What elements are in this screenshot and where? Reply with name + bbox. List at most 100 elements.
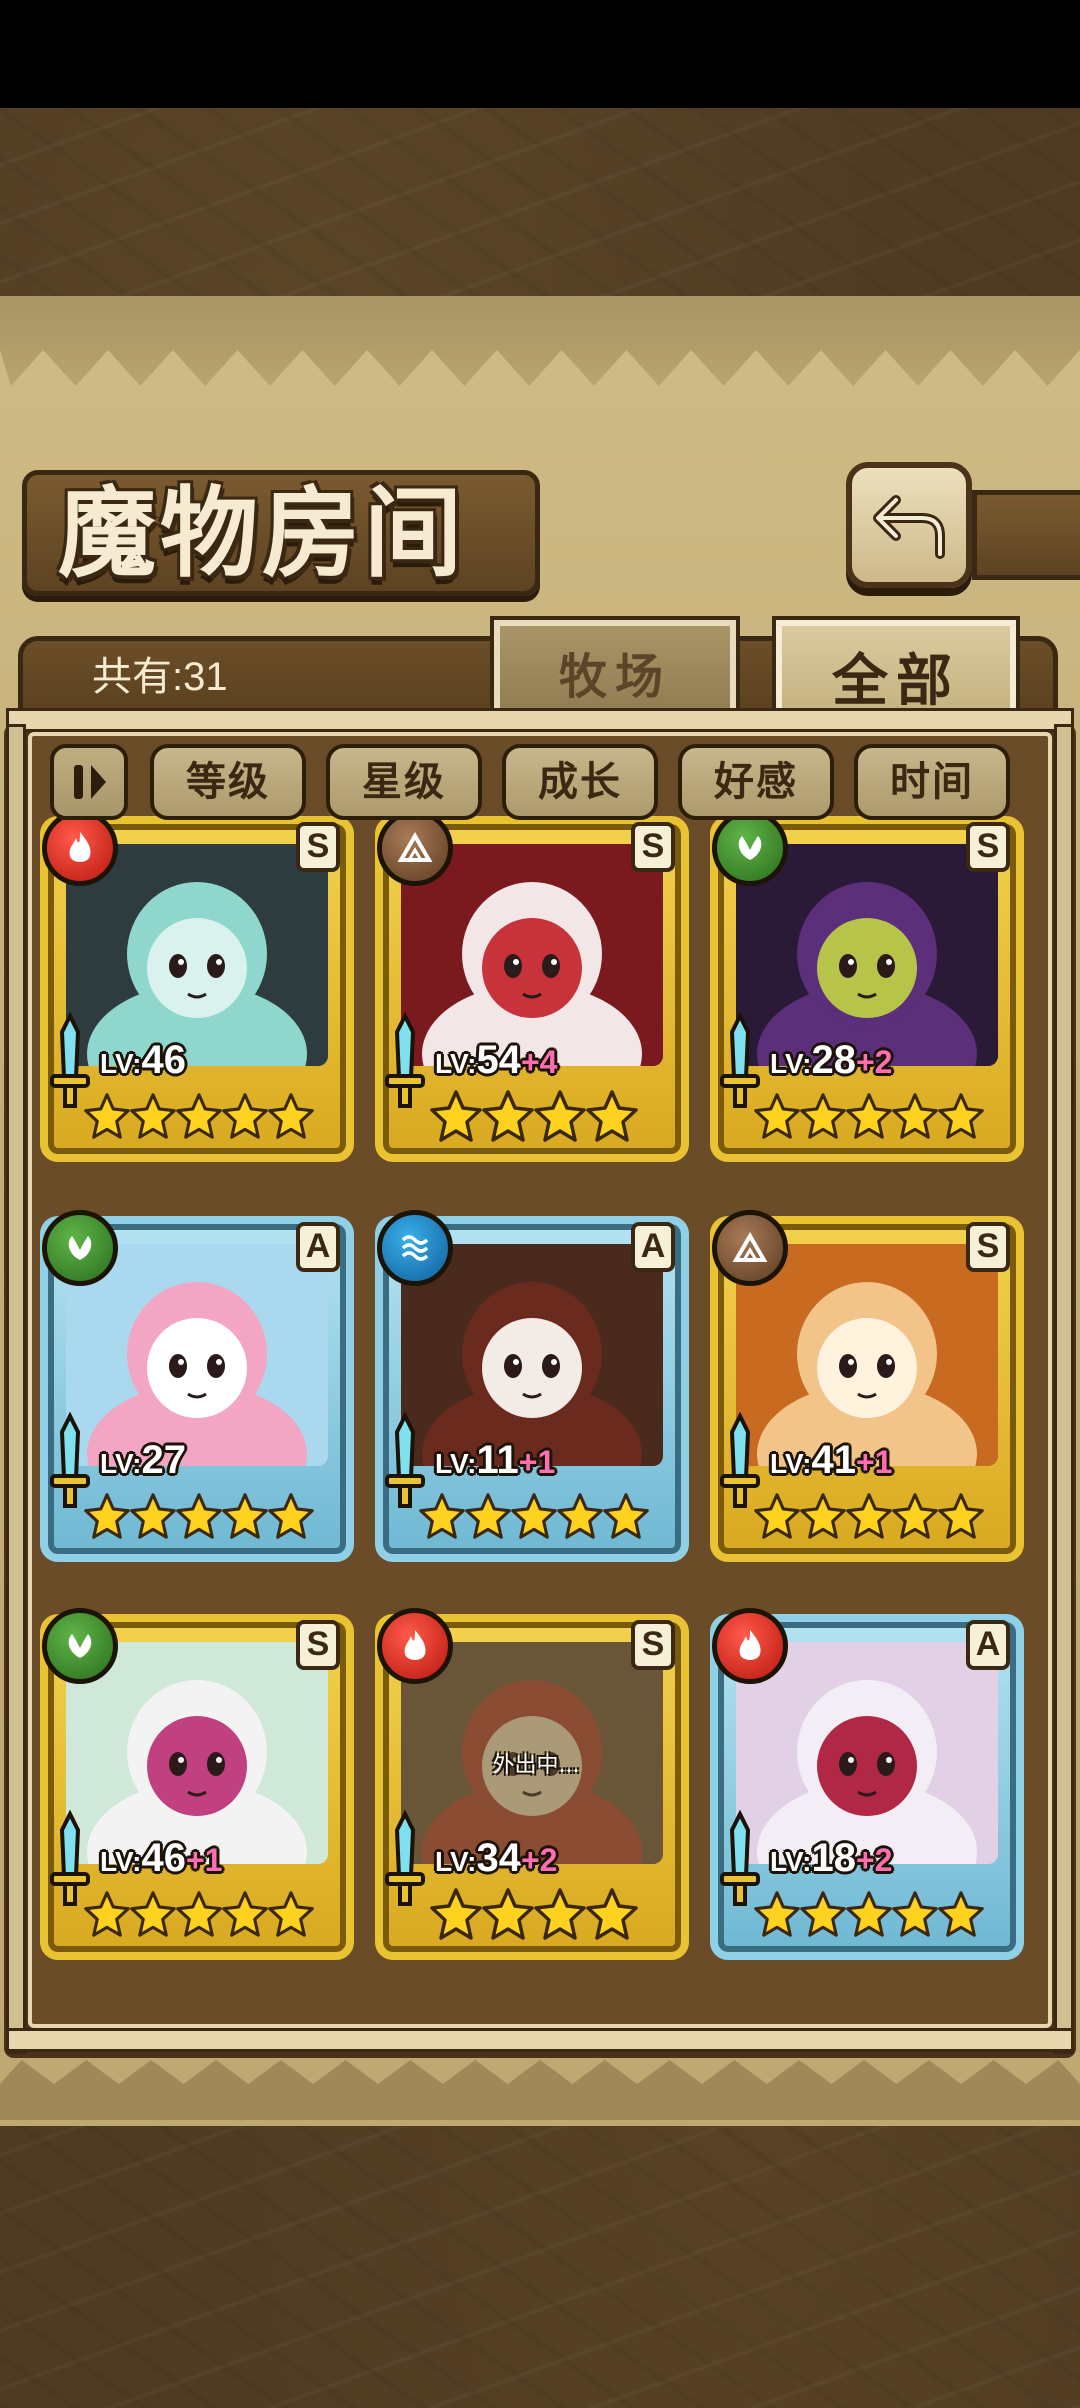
star-icon bbox=[846, 1093, 892, 1139]
star-icon bbox=[430, 1888, 482, 1940]
fire-element-icon bbox=[377, 1608, 453, 1684]
star-rating bbox=[754, 1488, 984, 1548]
monster-portrait bbox=[401, 844, 663, 1066]
monster-card[interactable]: 外出中... S LV:34+2 bbox=[375, 1608, 689, 1960]
wood-element-icon bbox=[42, 1608, 118, 1684]
star-icon bbox=[603, 1493, 649, 1539]
back-button-rail bbox=[972, 490, 1080, 580]
level-value: 18 bbox=[811, 1836, 856, 1880]
sort-affection-button[interactable]: 好感 bbox=[678, 744, 834, 820]
sort-level-button[interactable]: 等级 bbox=[150, 744, 306, 820]
list-left-rail bbox=[6, 724, 26, 2054]
monster-portrait bbox=[736, 1642, 998, 1864]
monster-card[interactable]: S LV:54+4 bbox=[375, 810, 689, 1162]
star-icon bbox=[892, 1891, 938, 1937]
rank-badge: S bbox=[966, 822, 1010, 872]
star-icon bbox=[534, 1888, 586, 1940]
star-icon bbox=[419, 1493, 465, 1539]
monster-level: LV:41+1 bbox=[770, 1436, 1010, 1484]
monster-level: LV:11+1 bbox=[435, 1436, 675, 1484]
star-icon bbox=[938, 1093, 984, 1139]
level-value: 34 bbox=[476, 1836, 521, 1880]
earth-element-icon bbox=[712, 1210, 788, 1286]
level-bonus: +1 bbox=[185, 1842, 223, 1878]
monster-level: LV:34+2 bbox=[435, 1834, 675, 1882]
monster-portrait bbox=[66, 844, 328, 1066]
monster-portrait bbox=[736, 1244, 998, 1466]
list-top-rail bbox=[6, 708, 1074, 732]
sort-time-button[interactable]: 时间 bbox=[854, 744, 1010, 820]
monster-portrait bbox=[736, 844, 998, 1066]
monster-portrait bbox=[66, 1642, 328, 1864]
level-value: 46 bbox=[141, 1038, 186, 1082]
star-icon bbox=[130, 1493, 176, 1539]
star-icon bbox=[534, 1090, 586, 1142]
star-icon bbox=[938, 1493, 984, 1539]
level-prefix: LV: bbox=[770, 1448, 812, 1479]
monster-portrait-art bbox=[66, 844, 328, 1066]
star-icon bbox=[176, 1891, 222, 1937]
star-icon bbox=[130, 1093, 176, 1139]
level-prefix: LV: bbox=[100, 1846, 142, 1877]
monster-card[interactable]: S LV:46 bbox=[40, 810, 354, 1162]
monster-card[interactable]: S LV:41+1 bbox=[710, 1210, 1024, 1562]
rank-badge: S bbox=[296, 1620, 340, 1670]
star-icon bbox=[84, 1493, 130, 1539]
monster-portrait-art bbox=[736, 844, 998, 1066]
star-icon bbox=[268, 1093, 314, 1139]
star-icon bbox=[511, 1493, 557, 1539]
star-icon bbox=[176, 1493, 222, 1539]
star-icon bbox=[754, 1493, 800, 1539]
return-arrow-icon bbox=[873, 495, 945, 559]
monster-portrait-art bbox=[401, 844, 663, 1066]
rank-badge: A bbox=[631, 1222, 675, 1272]
monster-level: LV:27 bbox=[100, 1436, 340, 1484]
wood-element-icon bbox=[42, 1210, 118, 1286]
level-prefix: LV: bbox=[435, 1048, 477, 1079]
star-icon bbox=[268, 1891, 314, 1937]
level-prefix: LV: bbox=[435, 1448, 477, 1479]
star-icon bbox=[482, 1888, 534, 1940]
rank-badge: A bbox=[296, 1222, 340, 1272]
star-icon bbox=[892, 1493, 938, 1539]
sort-order-toggle[interactable] bbox=[50, 744, 128, 820]
level-bonus: +2 bbox=[855, 1044, 893, 1080]
star-icon bbox=[268, 1493, 314, 1539]
star-icon bbox=[800, 1493, 846, 1539]
back-button[interactable] bbox=[846, 462, 972, 588]
monster-level: LV:18+2 bbox=[770, 1834, 1010, 1882]
monster-card[interactable]: S LV:46+1 bbox=[40, 1608, 354, 1960]
star-icon bbox=[222, 1891, 268, 1937]
monster-list[interactable]: S LV:46 S LV:54+4 S LV:28+2 A LV:27 A LV:11+1 S LV:… bbox=[28, 732, 1052, 2028]
sort-growth-button[interactable]: 成长 bbox=[502, 744, 658, 820]
level-bonus: +1 bbox=[855, 1444, 893, 1480]
monster-card[interactable]: A LV:18+2 bbox=[710, 1608, 1024, 1960]
star-rating bbox=[84, 1488, 314, 1548]
star-rating bbox=[84, 1886, 314, 1946]
star-icon bbox=[846, 1891, 892, 1937]
fire-element-icon bbox=[712, 1608, 788, 1684]
star-icon bbox=[938, 1891, 984, 1937]
star-rating bbox=[754, 1088, 984, 1148]
monster-card[interactable]: A LV:11+1 bbox=[375, 1210, 689, 1562]
star-icon bbox=[84, 1093, 130, 1139]
star-icon bbox=[482, 1090, 534, 1142]
star-rating bbox=[419, 1088, 649, 1148]
star-rating bbox=[754, 1886, 984, 1946]
monster-portrait-art bbox=[401, 1244, 663, 1466]
star-icon bbox=[800, 1093, 846, 1139]
monster-card[interactable]: A LV:27 bbox=[40, 1210, 354, 1562]
water-element-icon bbox=[377, 1210, 453, 1286]
monster-portrait-art bbox=[736, 1642, 998, 1864]
monster-card[interactable]: S LV:28+2 bbox=[710, 810, 1024, 1162]
star-rating bbox=[419, 1488, 649, 1548]
level-value: 46 bbox=[141, 1836, 186, 1880]
sort-star-button[interactable]: 星级 bbox=[326, 744, 482, 820]
level-value: 41 bbox=[811, 1438, 856, 1482]
level-value: 11 bbox=[476, 1438, 519, 1482]
level-prefix: LV: bbox=[770, 1048, 812, 1079]
monster-level: LV:46+1 bbox=[100, 1834, 340, 1882]
level-prefix: LV: bbox=[100, 1448, 142, 1479]
list-bottom-rail bbox=[6, 2028, 1074, 2052]
star-icon bbox=[557, 1493, 603, 1539]
